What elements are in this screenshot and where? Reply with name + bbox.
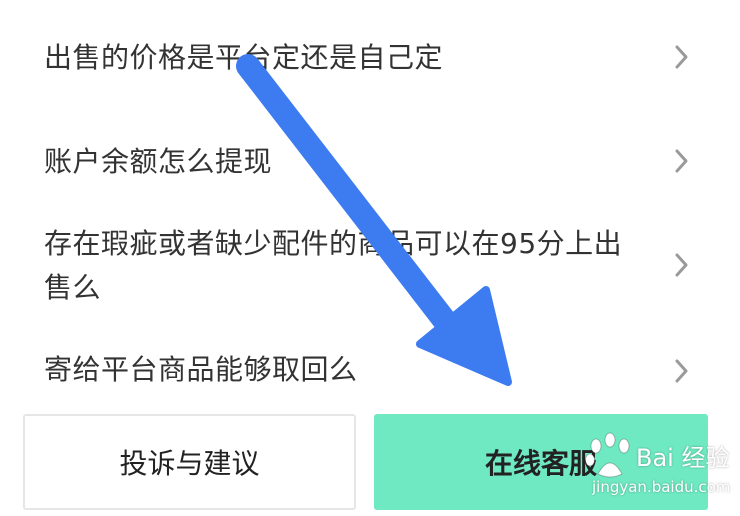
faq-item-defect[interactable]: 存在瑕疵或者缺少配件的商品可以在95分上出售么	[0, 222, 740, 312]
chevron-right-icon	[672, 42, 692, 72]
faq-item-retrieve[interactable]: 寄给平台商品能够取回么	[0, 342, 740, 398]
faq-question: 账户余额怎么提现	[44, 145, 273, 178]
help-page: 出售的价格是平台定还是自己定 账户余额怎么提现 存在瑕疵或者缺少配件的商品可以在…	[0, 0, 740, 516]
faq-question: 寄给平台商品能够取回么	[44, 353, 358, 386]
online-service-button[interactable]: 在线客服	[374, 414, 708, 510]
faq-item-withdraw[interactable]: 账户余额怎么提现	[0, 134, 740, 190]
complaint-button[interactable]: 投诉与建议	[23, 414, 356, 510]
chevron-right-icon	[672, 146, 692, 176]
faq-question: 出售的价格是平台定还是自己定	[44, 41, 444, 74]
faq-item-price[interactable]: 出售的价格是平台定还是自己定	[0, 30, 740, 86]
chevron-right-icon	[672, 356, 692, 386]
chevron-right-icon	[672, 250, 692, 280]
faq-question: 存在瑕疵或者缺少配件的商品可以在95分上出售么	[44, 227, 623, 304]
